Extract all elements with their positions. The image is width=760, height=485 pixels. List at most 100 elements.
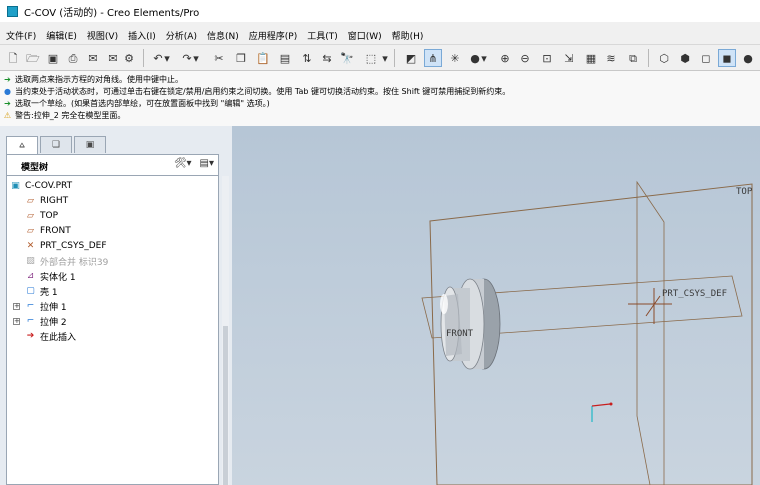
copy-icon[interactable]: ❐ (232, 49, 250, 67)
tab-favorites[interactable]: ▣ (74, 136, 106, 153)
regenerate-icon[interactable]: ⇅ (298, 49, 316, 67)
settings-icon[interactable]: ⚙ (120, 49, 138, 67)
model-tree-tab-icon: ⩠ (19, 140, 25, 151)
arrow-right-icon: ➔ (4, 74, 11, 84)
menu-tools[interactable]: 工具(T) (302, 29, 343, 42)
menu-info[interactable]: 信息(N) (202, 29, 244, 42)
refit-icon[interactable]: ⊡ (538, 49, 556, 67)
navigator-panel: ⩠ ❏ ▣ 模型树 🛠▾ ▤▾ ▣ C-COV.PRT ▱ RIGHT ▱ TO… (0, 126, 232, 485)
find-icon[interactable]: 🔭 (338, 49, 356, 67)
select-box-icon[interactable]: ⬚ (360, 49, 382, 67)
folder-browser-icon: ❏ (51, 140, 61, 150)
expand-toggle[interactable]: + (13, 303, 20, 310)
main-toolbar: 🗋 🗁 ▣ ⎙ ✉ ✉ ⚙ ↶ ▾ ↷ ▾ ✂ ❐ 📋 ▤ ⇅ ⇆ 🔭 ⬚ ▾ … (0, 44, 760, 71)
open-folder-icon[interactable]: 🗁 (24, 49, 42, 67)
toolbar-separator (648, 49, 649, 67)
undo-dropdown-icon[interactable]: ▾ (163, 49, 171, 67)
sketch-view-icon[interactable]: ◩ (402, 49, 420, 67)
hidden-line-icon[interactable]: ⬢ (676, 49, 694, 67)
email-icon[interactable]: ✉ (84, 49, 102, 67)
redo-dropdown-icon[interactable]: ▾ (192, 49, 200, 67)
tree-node-insert-here[interactable]: ➔ 在此插入 (25, 329, 76, 343)
tab-model-tree[interactable]: ⩠ (6, 136, 38, 154)
tree-node-csys[interactable]: ✕ PRT_CSYS_DEF (25, 239, 107, 253)
zoom-out-icon[interactable]: ⊖ (516, 49, 534, 67)
reorient-icon[interactable]: ⇲ (560, 49, 578, 67)
model-canvas[interactable]: TOP PRT_CSYS_DEF FRONT (232, 126, 760, 485)
favorites-icon: ▣ (85, 140, 95, 150)
datum-display-icon[interactable]: ⋔ (424, 49, 442, 67)
cut-icon[interactable]: ✂ (210, 49, 228, 67)
info-dot-icon: ● (4, 86, 11, 96)
save-icon[interactable]: ▣ (44, 49, 62, 67)
message-line: ⚠ 警告:拉伸_2 完全在模型里面。 (3, 110, 126, 120)
front-plane-label: FRONT (446, 329, 474, 339)
tree-node-shell[interactable]: ▢ 壳 1 (25, 284, 57, 298)
print-icon[interactable]: ⎙ (64, 49, 82, 67)
tree-node-part[interactable]: ▣ C-COV.PRT (10, 179, 72, 193)
datum-plane-icon: ▱ (27, 210, 34, 221)
toolbar-separator (143, 49, 144, 67)
shading-icon[interactable]: ◼ (718, 49, 736, 67)
menu-edit[interactable]: 编辑(E) (41, 29, 82, 42)
tree-node-merge[interactable]: ▨ 外部合并 标识39 (25, 254, 108, 268)
scrollbar-thumb[interactable] (223, 326, 228, 485)
csys-label: PRT_CSYS_DEF (662, 289, 727, 299)
tree-node-front[interactable]: ▱ FRONT (25, 224, 71, 238)
tree-node-solidify[interactable]: ⊿ 实体化 1 (25, 269, 76, 283)
new-file-icon[interactable]: 🗋 (4, 49, 22, 67)
graphics-viewport[interactable]: TOP PRT_CSYS_DEF FRONT (232, 126, 760, 485)
menu-applications[interactable]: 应用程序(P) (244, 29, 302, 42)
toolbar-separator (394, 49, 395, 67)
menu-analysis[interactable]: 分析(A) (161, 29, 202, 42)
extrude-icon: ⌐ (26, 300, 35, 311)
world-axes-triad (591, 402, 613, 422)
menu-insert[interactable]: 插入(I) (123, 29, 161, 42)
title-bar: C-COV (活动的) - Creo Elements/Pro (0, 0, 760, 22)
model-body[interactable] (440, 278, 501, 370)
wireframe-icon[interactable]: ⬡ (655, 49, 673, 67)
appearance-dropdown-icon[interactable]: ▾ (480, 49, 488, 67)
regenerate-manager-icon[interactable]: ⇆ (318, 49, 336, 67)
menu-window[interactable]: 窗口(W) (343, 29, 387, 42)
model-tree-title: 模型树 (21, 163, 49, 173)
tree-settings-icon[interactable]: 🛠▾ (174, 158, 192, 169)
model-tree-header: 模型树 🛠▾ ▤▾ (6, 154, 219, 176)
insert-here-icon: ➔ (26, 330, 35, 341)
saved-views-icon[interactable]: ▦ (582, 49, 600, 67)
tree-node-right[interactable]: ▱ RIGHT (25, 194, 68, 208)
model-tree: ▣ C-COV.PRT ▱ RIGHT ▱ TOP ▱ FRONT ✕ PRT_… (6, 176, 219, 485)
message-area: ➔ 选取两点来指示方程的对角线。使用中键中止。 ● 当约束处于活动状态时，可通过… (0, 71, 760, 127)
extrude-icon: ⌐ (26, 315, 35, 326)
tree-node-top[interactable]: ▱ TOP (25, 209, 58, 223)
select-dropdown-icon[interactable]: ▾ (381, 49, 389, 67)
layers-icon[interactable]: ≋ (602, 49, 620, 67)
menu-bar: 文件(F) 编辑(E) 视图(V) 插入(I) 分析(A) 信息(N) 应用程序… (0, 27, 760, 43)
no-hidden-icon[interactable]: ◻ (697, 49, 715, 67)
message-line: ➔ 选取一个草绘。(如果首选内部草绘，可在放置面板中找到 "编辑" 选项。) (4, 98, 270, 108)
top-datum-plane[interactable] (636, 180, 665, 485)
message-line: ➔ 选取两点来指示方程的对角线。使用中键中止。 (4, 74, 183, 84)
solidify-icon: ⊿ (26, 270, 35, 281)
menu-help[interactable]: 帮助(H) (387, 29, 429, 42)
panel-scrollbar[interactable] (222, 176, 229, 485)
expand-toggle[interactable]: + (13, 318, 20, 325)
paste-icon[interactable]: 📋 (254, 49, 272, 67)
paste-special-icon[interactable]: ▤ (276, 49, 294, 67)
menu-file[interactable]: 文件(F) (0, 29, 41, 42)
spin-center-icon[interactable]: ✳ (446, 49, 464, 67)
tab-folder-browser[interactable]: ❏ (40, 136, 72, 153)
csys-icon: ✕ (26, 240, 35, 251)
tree-columns-icon[interactable]: ▤▾ (200, 158, 214, 169)
tree-node-extrude-2[interactable]: ⌐ 拉伸 2 (25, 314, 67, 328)
message-line: ● 当约束处于活动状态时，可通过单击右键在锁定/禁用/启用约束之间切换。使用 T… (4, 86, 511, 96)
menu-view[interactable]: 视图(V) (82, 29, 123, 42)
navigator-tabs: ⩠ ❏ ▣ (6, 136, 108, 154)
shell-icon: ▢ (26, 285, 35, 296)
datum-plane-icon: ▱ (27, 225, 34, 236)
zoom-in-icon[interactable]: ⊕ (496, 49, 514, 67)
window-title: C-COV (活动的) - Creo Elements/Pro (24, 7, 200, 19)
tree-node-extrude-1[interactable]: ⌐ 拉伸 1 (25, 299, 67, 313)
view-manager-icon[interactable]: ⧉ (624, 49, 642, 67)
model-display-icon[interactable]: ● (739, 49, 757, 67)
